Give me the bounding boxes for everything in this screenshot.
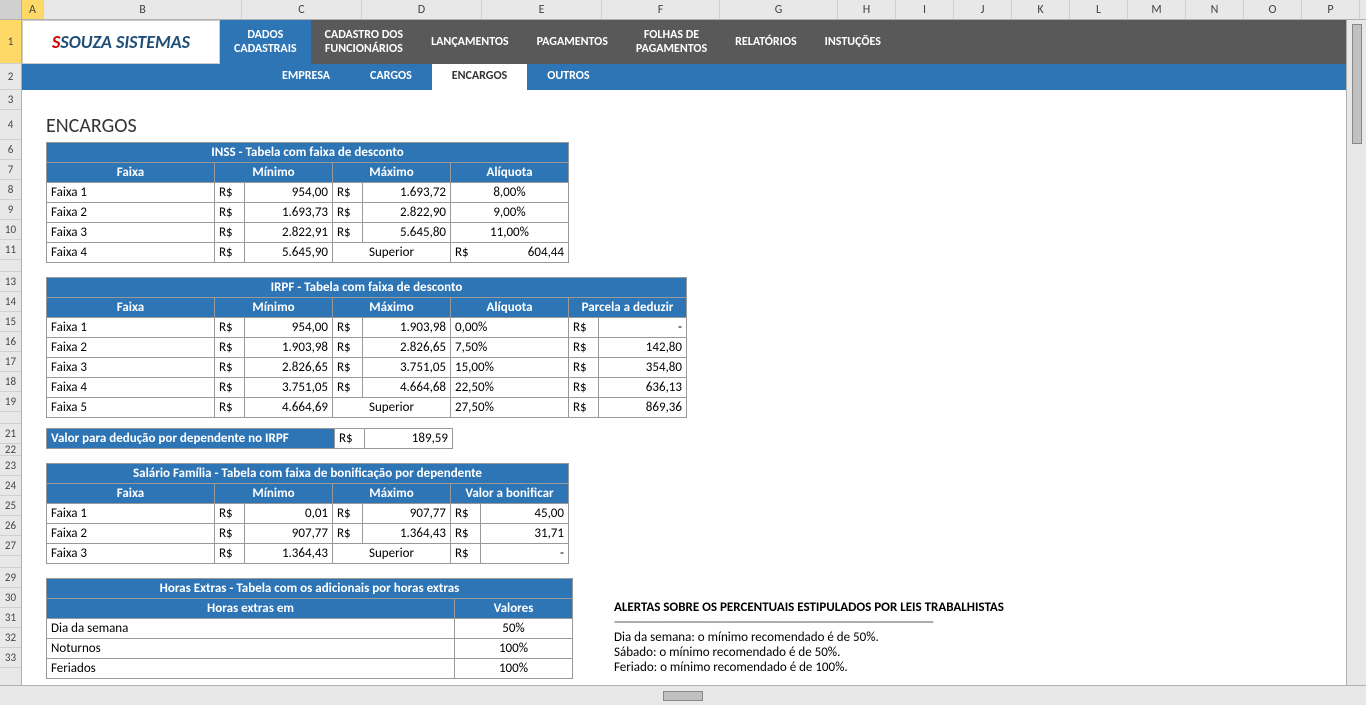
col-header-M[interactable]: M xyxy=(1128,0,1186,19)
row-header-8[interactable]: 8 xyxy=(0,180,21,200)
col-header-I[interactable]: I xyxy=(896,0,954,19)
row-header-26[interactable]: 26 xyxy=(0,516,21,536)
row-header-2[interactable]: 2 xyxy=(0,64,21,90)
alerts-panel: ALERTAS SOBRE OS PERCENTUAIS ESTIPULADOS… xyxy=(614,600,1004,675)
menu-item-5[interactable]: RELATÓRIOS xyxy=(721,20,811,64)
logo: SSOUZA SISTEMAS xyxy=(22,20,220,64)
row-header-4[interactable]: 4 xyxy=(0,110,21,140)
menu-item-6[interactable]: INSTUÇÕES xyxy=(811,20,895,64)
row-header-17[interactable]: 17 xyxy=(0,352,21,372)
menu-item-3[interactable]: PAGAMENTOS xyxy=(523,20,622,64)
worksheet[interactable]: SSOUZA SISTEMAS DADOSCADASTRAISCADASTRO … xyxy=(22,20,1366,685)
row-header-24[interactable]: 24 xyxy=(0,476,21,496)
row-header-13[interactable]: 13 xyxy=(0,272,21,292)
row-header-9[interactable]: 9 xyxy=(0,200,21,220)
col-header-A[interactable]: A xyxy=(22,0,44,19)
irpf-table: IRPF - Tabela com faixa de desconto Faix… xyxy=(46,277,687,418)
row-header-6[interactable]: 6 xyxy=(0,140,21,160)
row-header-29[interactable]: 29 xyxy=(0,568,21,588)
table-row: Faixa 1R$0,01R$907,77R$45,00 xyxy=(47,504,569,524)
row-header-gap[interactable] xyxy=(0,412,21,424)
table-row: Faixa 2R$1.903,98R$2.826,657,50%R$142,80 xyxy=(47,338,687,358)
table-row: Dia da semana50% xyxy=(47,619,573,639)
submenu-item-encargos[interactable]: ENCARGOS xyxy=(432,64,527,90)
col-header-H[interactable]: H xyxy=(838,0,896,19)
col-header-P[interactable]: P xyxy=(1302,0,1360,19)
table-row: Faixa 1R$954,00R$1.903,980,00%R$- xyxy=(47,318,687,338)
col-header-L[interactable]: L xyxy=(1070,0,1128,19)
select-all-corner[interactable] xyxy=(0,0,22,19)
table-row: Faixa 2R$907,77R$1.364,43R$31,71 xyxy=(47,524,569,544)
submenu-item-cargos[interactable]: CARGOS xyxy=(350,64,432,90)
row-headers: 1234678910111314151617181921222324252627… xyxy=(0,20,22,685)
sub-menu-bar: EMPRESACARGOSENCARGOSOUTROS xyxy=(22,64,1366,90)
row-header-32[interactable]: 32 xyxy=(0,628,21,648)
row-header-18[interactable]: 18 xyxy=(0,372,21,392)
col-header-E[interactable]: E xyxy=(482,0,602,19)
submenu-item-empresa[interactable]: EMPRESA xyxy=(262,64,350,90)
col-header-D[interactable]: D xyxy=(362,0,482,19)
row-header-21[interactable]: 21 xyxy=(0,424,21,444)
col-header-N[interactable]: N xyxy=(1186,0,1244,19)
main-menu-bar: SSOUZA SISTEMAS DADOSCADASTRAISCADASTRO … xyxy=(22,20,1366,64)
row-header-33[interactable]: 33 xyxy=(0,648,21,668)
row-header-22[interactable]: 22 xyxy=(0,444,21,456)
row-header-7[interactable]: 7 xyxy=(0,160,21,180)
alert-line: Sábado: o mínimo recomendado é de 50%. xyxy=(614,645,1004,660)
row-header-15[interactable]: 15 xyxy=(0,312,21,332)
row-header-30[interactable]: 30 xyxy=(0,588,21,608)
menu-item-1[interactable]: CADASTRO DOSFUNCIONÁRIOS xyxy=(311,20,418,64)
row-header-gap[interactable] xyxy=(0,260,21,272)
submenu-item-outros[interactable]: OUTROS xyxy=(527,64,609,90)
irpf-title: IRPF - Tabela com faixa de desconto xyxy=(47,278,687,298)
table-row: Faixa 1R$954,00R$1.693,728,00% xyxy=(47,183,569,203)
row-header-10[interactable]: 10 xyxy=(0,220,21,240)
row-header-19[interactable]: 19 xyxy=(0,392,21,412)
row-header-1[interactable]: 1 xyxy=(0,20,21,64)
row-header-3[interactable]: 3 xyxy=(0,90,21,110)
vertical-scrollbar[interactable] xyxy=(1346,20,1366,685)
table-row: Faixa 3R$2.826,65R$3.751,0515,00%R$354,8… xyxy=(47,358,687,378)
alert-title: ALERTAS SOBRE OS PERCENTUAIS ESTIPULADOS… xyxy=(614,600,1004,615)
col-header-G[interactable]: G xyxy=(720,0,838,19)
row-header-14[interactable]: 14 xyxy=(0,292,21,312)
inss-title: INSS - Tabela com faixa de desconto xyxy=(47,143,569,163)
inss-table: INSS - Tabela com faixa de desconto Faix… xyxy=(46,142,569,263)
table-row: Noturnos100% xyxy=(47,639,573,659)
horizontal-scrollbar[interactable] xyxy=(0,685,1366,705)
row-header-27[interactable]: 27 xyxy=(0,536,21,556)
dep-row: Valor para dedução por dependente no IRP… xyxy=(46,428,453,449)
alert-line: Feriado: o mínimo recomendado é de 100%. xyxy=(614,660,1004,675)
salfam-title: Salário Família - Tabela com faixa de bo… xyxy=(47,464,569,484)
row-header-11[interactable]: 11 xyxy=(0,240,21,260)
col-header-B[interactable]: B xyxy=(44,0,242,19)
row-header-31[interactable]: 31 xyxy=(0,608,21,628)
menu-item-4[interactable]: FOLHAS DEPAGAMENTOS xyxy=(622,20,721,64)
row-header-gap[interactable] xyxy=(0,556,21,568)
table-row: Faixa 3R$2.822,91R$5.645,8011,00% xyxy=(47,223,569,243)
table-row: Feriados100% xyxy=(47,659,573,679)
page-title: ENCARGOS xyxy=(46,114,687,138)
menu-item-0[interactable]: DADOSCADASTRAIS xyxy=(220,20,311,64)
column-headers: ABCDEFGHIJKLMNOP xyxy=(0,0,1366,20)
horas-title: Horas Extras - Tabela com os adicionais … xyxy=(47,579,573,599)
table-row: Faixa 4R$5.645,90SuperiorR$604,44 xyxy=(47,243,569,263)
alert-line: Dia da semana: o mínimo recomendado é de… xyxy=(614,630,1004,645)
row-header-23[interactable]: 23 xyxy=(0,456,21,476)
col-header-K[interactable]: K xyxy=(1012,0,1070,19)
col-header-C[interactable]: C xyxy=(242,0,362,19)
menu-item-2[interactable]: LANÇAMENTOS xyxy=(417,20,523,64)
row-header-25[interactable]: 25 xyxy=(0,496,21,516)
horas-table: Horas Extras - Tabela com os adicionais … xyxy=(46,578,573,679)
table-row: Faixa 4R$3.751,05R$4.664,6822,50%R$636,1… xyxy=(47,378,687,398)
row-header-16[interactable]: 16 xyxy=(0,332,21,352)
col-header-O[interactable]: O xyxy=(1244,0,1302,19)
table-row: Faixa 5R$4.664,69Superior27,50%R$869,36 xyxy=(47,398,687,418)
salfam-table: Salário Família - Tabela com faixa de bo… xyxy=(46,463,569,564)
col-header-J[interactable]: J xyxy=(954,0,1012,19)
table-row: Faixa 3R$1.364,43SuperiorR$- xyxy=(47,544,569,564)
col-header-F[interactable]: F xyxy=(602,0,720,19)
table-row: Faixa 2R$1.693,73R$2.822,909,00% xyxy=(47,203,569,223)
